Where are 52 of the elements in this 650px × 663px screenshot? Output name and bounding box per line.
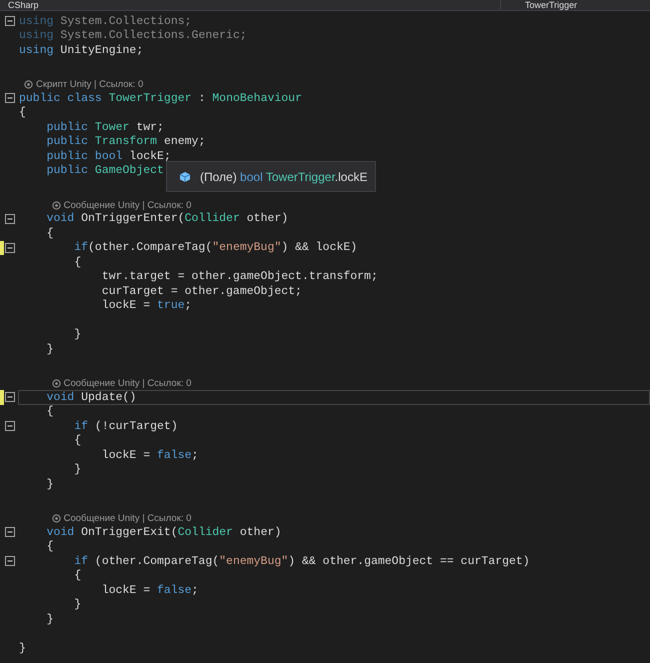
codelens-text[interactable]: Сообщение Unity | Ссылок: 0 [64, 200, 192, 210]
code-line: if (other.CompareTag("enemyBug") && other.gameObject == curTarget) [73, 554, 531, 568]
lens-icon [52, 514, 61, 523]
code-line: if(other.CompareTag("enemyBug") && lockE) [73, 240, 358, 255]
fold-collapse-icon[interactable] [5, 556, 15, 566]
code-line: { [18, 106, 27, 120]
code-line: public class TowerTrigger : MonoBehaviour [18, 91, 303, 106]
code-line: { [46, 226, 55, 240]
code-line: { [46, 404, 55, 419]
code-line: using System.Collections.Generic; [18, 28, 248, 43]
code-line: void OnTriggerExit(Collider other) [46, 525, 282, 540]
project-dropdown[interactable]: CSharp [0, 0, 500, 10]
code-line: } [73, 598, 82, 612]
code-line: lockE = false; [100, 583, 200, 598]
fold-collapse-icon[interactable] [5, 214, 15, 224]
code-line: { [73, 255, 82, 270]
code-line: } [46, 612, 55, 626]
code-line: public GameObject [46, 164, 165, 178]
fold-collapse-icon[interactable] [5, 16, 15, 26]
code-line: { [73, 568, 82, 583]
code-line: } [46, 477, 55, 492]
code-line: lockE = true; [100, 298, 193, 313]
code-line: public Tower twr; [46, 120, 165, 134]
code-line: lockE = false; [100, 448, 200, 462]
code-line: curTarget = other.gameObject; [100, 284, 303, 298]
code-line: { [46, 540, 55, 554]
code-line: twr.target = other.gameObject.transform; [100, 270, 379, 284]
lens-icon [24, 80, 33, 89]
fold-collapse-icon[interactable] [5, 392, 15, 402]
codelens-text[interactable]: Сообщение Unity | Ссылок: 0 [64, 378, 192, 389]
code-line: { [73, 434, 82, 448]
lens-icon [52, 379, 61, 388]
code-line: } [73, 328, 82, 342]
code-line: using UnityEngine; [18, 43, 144, 58]
code-line: } [18, 641, 27, 656]
fold-collapse-icon[interactable] [5, 93, 15, 104]
code-line: if (!curTarget) [73, 419, 179, 434]
tooltip-text: (Поле) bool TowerTrigger.lockE [200, 168, 368, 186]
fold-collapse-icon[interactable] [5, 242, 15, 253]
code-line: public Transform enemy; [46, 134, 206, 149]
lens-icon [52, 200, 61, 210]
code-line: using System.Collections; [18, 14, 193, 28]
code-line: void OnTriggerEnter(Collider other) [46, 212, 290, 226]
codelens-text[interactable]: Скрипт Unity | Ссылок: 0 [36, 79, 144, 90]
code-line: } [46, 342, 55, 356]
code-line: public bool lockE; [46, 149, 172, 164]
codelens-text[interactable]: Сообщение Unity | Ссылок: 0 [64, 513, 192, 524]
cube-icon [179, 170, 191, 182]
code-line: } [73, 462, 82, 477]
fold-collapse-icon[interactable] [5, 421, 15, 432]
member-dropdown[interactable]: TowerTrigger [500, 0, 578, 10]
fold-collapse-icon[interactable] [5, 527, 15, 538]
